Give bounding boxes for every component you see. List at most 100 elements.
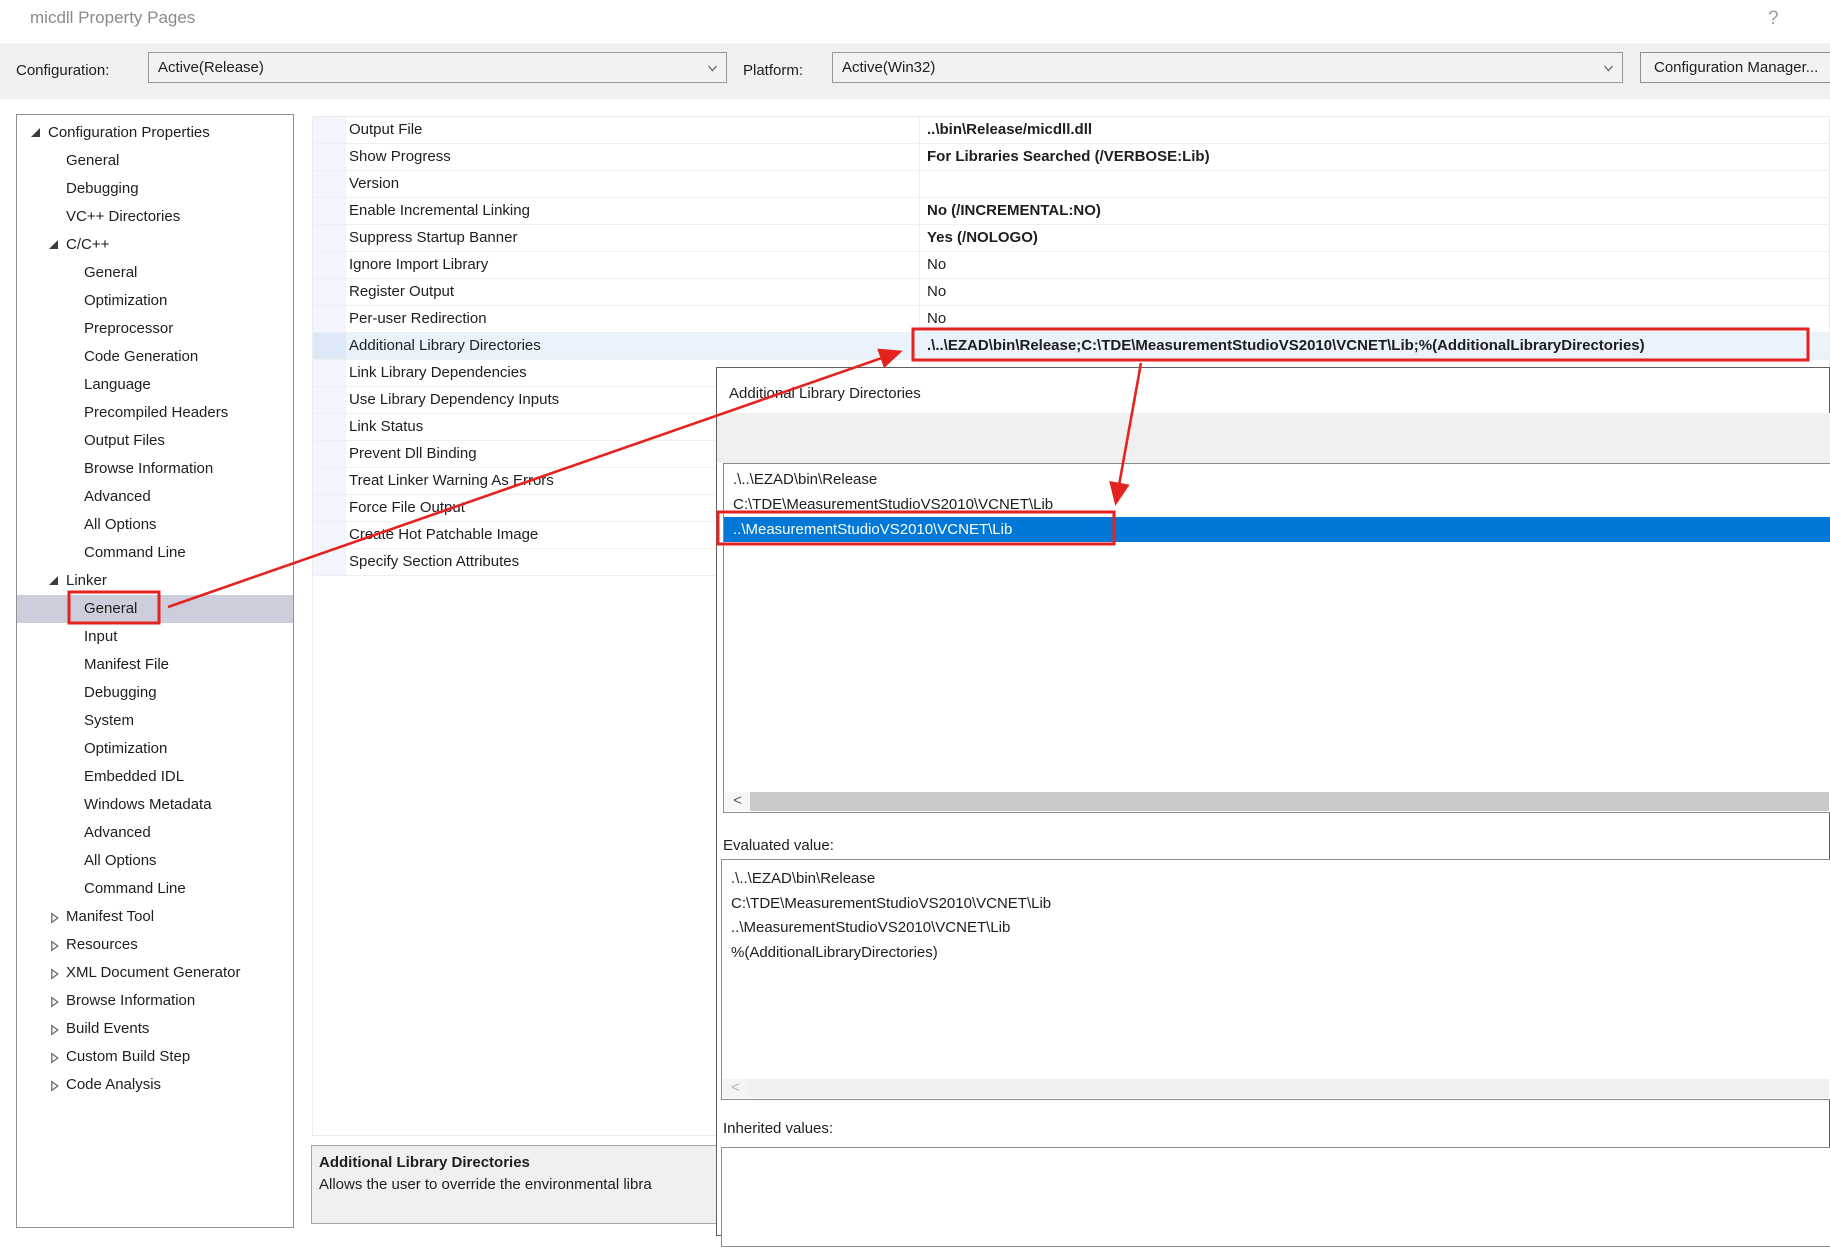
property-row-show-progress[interactable]: Show Progress For Libraries Searched (/VE… [313, 144, 1829, 171]
expanded-triangle-icon[interactable] [31, 119, 48, 147]
scrollbar-track[interactable] [748, 1079, 1829, 1098]
chevron-down-icon [707, 63, 715, 71]
property-row-per-user-redirection[interactable]: Per-user RedirectionNo [313, 306, 1829, 333]
property-value[interactable]: No [919, 252, 1829, 279]
sidebar-item-advanced[interactable]: Advanced [17, 819, 293, 847]
sidebar-item-windows-metadata[interactable]: Windows Metadata [17, 791, 293, 819]
row-gutter [313, 522, 346, 548]
directory-list-item[interactable]: .\..\EZAD\bin\Release [724, 467, 1830, 492]
sidebar-item-configuration-properties[interactable]: Configuration Properties [17, 119, 293, 147]
property-value[interactable]: No [919, 279, 1829, 306]
sidebar-item-manifest-tool[interactable]: Manifest Tool [17, 903, 293, 931]
chevron-down-icon [1603, 63, 1611, 71]
collapsed-triangle-icon[interactable] [49, 995, 66, 1008]
tree-item-label: Code Analysis [66, 1071, 161, 1099]
property-row-register-output[interactable]: Register OutputNo [313, 279, 1829, 306]
sidebar-item-general[interactable]: General [17, 259, 293, 287]
directory-list[interactable]: .\..\EZAD\bin\ReleaseC:\TDE\MeasurementS… [723, 463, 1830, 813]
collapsed-triangle-icon[interactable] [49, 967, 66, 980]
evaluated-value-line: C:\TDE\MeasurementStudioVS2010\VCNET\Lib [731, 892, 1830, 917]
tree-item-label: Configuration Properties [48, 119, 210, 147]
tree-item-label: C/C++ [66, 231, 109, 259]
property-row-suppress-startup-banner[interactable]: Suppress Startup Banner Yes (/NOLOGO) [313, 225, 1829, 252]
property-value[interactable]: No (/INCREMENTAL:NO) [919, 198, 1829, 225]
sidebar-item-debugging[interactable]: Debugging [17, 175, 293, 203]
sidebar-item-manifest-file[interactable]: Manifest File [17, 651, 293, 679]
sidebar-item-custom-build-step[interactable]: Custom Build Step [17, 1043, 293, 1071]
configuration-dropdown[interactable]: Active(Release) [148, 52, 727, 83]
property-label: Show Progress [349, 144, 451, 171]
sidebar-item-command-line[interactable]: Command Line [17, 875, 293, 903]
sidebar-item-browse-information[interactable]: Browse Information [17, 987, 293, 1015]
sidebar-item-general[interactable]: General [17, 147, 293, 175]
tree-item-label: General [66, 147, 119, 175]
expanded-triangle-icon[interactable] [49, 567, 66, 595]
sidebar-item-linker[interactable]: Linker [17, 567, 293, 595]
property-label: Enable Incremental Linking [349, 198, 530, 225]
directory-list-item[interactable]: C:\TDE\MeasurementStudioVS2010\VCNET\Lib [724, 492, 1830, 517]
property-row-ignore-import-library[interactable]: Ignore Import LibraryNo [313, 252, 1829, 279]
sidebar-item-input[interactable]: Input [17, 623, 293, 651]
sidebar-item-command-line[interactable]: Command Line [17, 539, 293, 567]
property-value[interactable]: .\..\EZAD\bin\Release;C:\TDE\Measurement… [919, 333, 1829, 360]
tree-item-label: Manifest File [84, 651, 169, 679]
sidebar-item-debugging[interactable]: Debugging [17, 679, 293, 707]
sidebar-item-vc-directories[interactable]: VC++ Directories [17, 203, 293, 231]
configuration-manager-button[interactable]: Configuration Manager... [1640, 52, 1830, 83]
collapsed-triangle-icon[interactable] [49, 1023, 66, 1036]
sidebar-item-language[interactable]: Language [17, 371, 293, 399]
tree-item-label: Embedded IDL [84, 763, 184, 791]
property-value[interactable]: ..\bin\Release/micdll.dll [919, 117, 1829, 144]
property-value[interactable]: Yes (/NOLOGO) [919, 225, 1829, 252]
sidebar-item-all-options[interactable]: All Options [17, 847, 293, 875]
property-value[interactable]: No [919, 306, 1829, 333]
collapsed-triangle-icon[interactable] [49, 1079, 66, 1092]
sidebar-item-c-c[interactable]: C/C++ [17, 231, 293, 259]
collapsed-triangle-icon[interactable] [49, 1051, 66, 1064]
property-value[interactable]: For Libraries Searched (/VERBOSE:Lib) [919, 144, 1829, 171]
property-row-output-file[interactable]: Output File..\bin\Release/micdll.dll [313, 117, 1829, 144]
sidebar-item-system[interactable]: System [17, 707, 293, 735]
evaluated-value-box[interactable]: .\..\EZAD\bin\ReleaseC:\TDE\MeasurementS… [721, 859, 1830, 1100]
inherited-values-box[interactable] [721, 1147, 1830, 1247]
sidebar-item-preprocessor[interactable]: Preprocessor [17, 315, 293, 343]
sidebar-item-browse-information[interactable]: Browse Information [17, 455, 293, 483]
sidebar-item-precompiled-headers[interactable]: Precompiled Headers [17, 399, 293, 427]
property-label: Suppress Startup Banner [349, 225, 517, 252]
horizontal-scrollbar[interactable]: < [723, 1079, 1829, 1098]
help-icon[interactable]: ? [1768, 8, 1779, 30]
sidebar-item-all-options[interactable]: All Options [17, 511, 293, 539]
sidebar-item-build-events[interactable]: Build Events [17, 1015, 293, 1043]
row-gutter [313, 252, 346, 278]
sidebar-item-general[interactable]: General [17, 595, 293, 623]
horizontal-scrollbar[interactable]: < [725, 792, 1829, 811]
platform-dropdown[interactable]: Active(Win32) [832, 52, 1623, 83]
evaluated-value-line: .\..\EZAD\bin\Release [731, 867, 1830, 892]
dialog-toolbar [717, 413, 1830, 463]
collapsed-triangle-icon[interactable] [49, 911, 66, 924]
directory-list-item[interactable]: ..\MeasurementStudioVS2010\VCNET\Lib [724, 517, 1830, 542]
scroll-left-icon[interactable]: < [725, 792, 750, 811]
sidebar-item-resources[interactable]: Resources [17, 931, 293, 959]
tree-item-label: Advanced [84, 819, 151, 847]
property-row-additional-library-directories[interactable]: Additional Library Directories.\..\EZAD\… [313, 333, 1829, 360]
sidebar-item-optimization[interactable]: Optimization [17, 287, 293, 315]
property-row-enable-incremental-linking[interactable]: Enable Incremental Linking No (/INCREMENT… [313, 198, 1829, 225]
sidebar-item-code-analysis[interactable]: Code Analysis [17, 1071, 293, 1099]
scrollbar-track[interactable] [750, 792, 1829, 811]
scroll-left-icon[interactable]: < [723, 1079, 748, 1098]
row-gutter [313, 360, 346, 386]
sidebar-item-embedded-idl[interactable]: Embedded IDL [17, 763, 293, 791]
property-label: Version [349, 171, 399, 198]
sidebar-item-code-generation[interactable]: Code Generation [17, 343, 293, 371]
tree-item-label: Manifest Tool [66, 903, 154, 931]
property-value[interactable] [919, 171, 1829, 198]
row-gutter [313, 441, 346, 467]
expanded-triangle-icon[interactable] [49, 231, 66, 259]
collapsed-triangle-icon[interactable] [49, 939, 66, 952]
sidebar-item-optimization[interactable]: Optimization [17, 735, 293, 763]
sidebar-item-advanced[interactable]: Advanced [17, 483, 293, 511]
sidebar-item-xml-document-generator[interactable]: XML Document Generator [17, 959, 293, 987]
sidebar-item-output-files[interactable]: Output Files [17, 427, 293, 455]
property-row-version[interactable]: Version [313, 171, 1829, 198]
